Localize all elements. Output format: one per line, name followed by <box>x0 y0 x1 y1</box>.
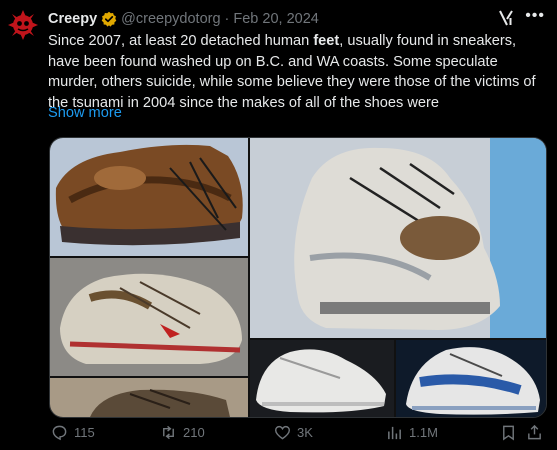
tweet-header: Creepy @creepydotorg · Feb 20, 2024 <box>48 9 557 29</box>
grok-icon[interactable] <box>497 9 515 27</box>
display-name[interactable]: Creepy <box>48 11 97 27</box>
show-more-link[interactable]: Show more <box>48 105 122 121</box>
more-options-icon[interactable]: ••• <box>525 7 545 25</box>
media-grid[interactable] <box>49 137 547 418</box>
tweet-text-bold: feet <box>313 33 340 49</box>
brown-hiking-shoe-image[interactable] <box>50 138 248 256</box>
tweet-text: Since 2007, at least 20 detached human f… <box>48 31 548 113</box>
views-count: 1.1M <box>409 425 438 440</box>
action-bar: 115 210 3K 1.1M <box>48 424 557 446</box>
repost-icon <box>163 425 174 440</box>
dark-boot-image[interactable] <box>50 378 248 417</box>
repost-button[interactable]: 210 <box>160 424 205 441</box>
bookmark-icon <box>503 425 514 441</box>
reply-icon <box>52 425 67 441</box>
verified-badge-icon <box>101 11 117 27</box>
repost-count: 210 <box>183 425 205 440</box>
tweet-text-part1: Since 2007, at least 20 detached human <box>48 33 314 49</box>
heart-icon <box>274 425 291 440</box>
white-sneaker-image[interactable] <box>250 340 394 417</box>
views-icon <box>388 426 401 440</box>
reply-button[interactable]: 115 <box>51 424 95 441</box>
like-count: 3K <box>297 425 313 440</box>
avatar[interactable] <box>6 8 40 42</box>
reply-count: 115 <box>74 425 95 440</box>
separator-dot: · <box>224 11 230 27</box>
post-date[interactable]: Feb 20, 2024 <box>233 11 318 27</box>
like-button[interactable]: 3K <box>274 424 313 441</box>
share-icon <box>528 424 541 440</box>
worn-white-red-sneaker-image[interactable] <box>50 258 248 376</box>
share-button[interactable] <box>526 424 543 441</box>
author-handle[interactable]: @creepydotorg <box>121 11 220 27</box>
bookmark-button[interactable] <box>500 424 517 441</box>
white-gray-sneaker-image[interactable] <box>250 138 546 338</box>
views-button[interactable]: 1.1M <box>386 424 438 441</box>
blue-white-sneaker-image[interactable] <box>396 340 546 417</box>
